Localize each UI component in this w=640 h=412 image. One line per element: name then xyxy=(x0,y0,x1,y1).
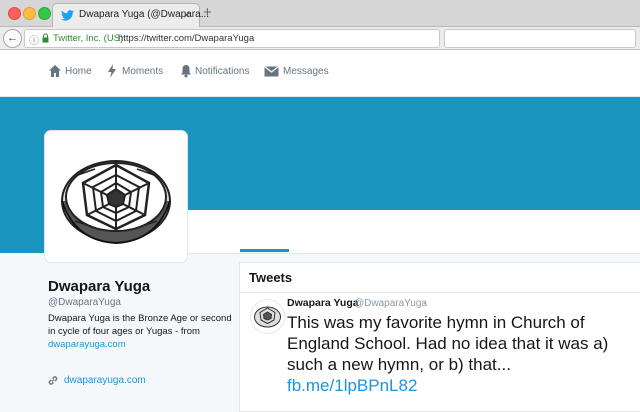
close-tab-icon[interactable]: × xyxy=(183,7,191,22)
divider xyxy=(240,292,640,293)
nav-messages-label: Messages xyxy=(283,66,329,77)
twitter-bird-icon xyxy=(61,10,74,21)
search-bar[interactable] xyxy=(444,29,636,48)
new-tab-button[interactable]: + xyxy=(203,4,212,21)
profile-bio: Dwapara Yuga is the Bronze Age or second… xyxy=(48,312,233,351)
lightning-icon xyxy=(108,64,116,78)
nav-moments[interactable]: Moments xyxy=(107,64,167,80)
browser-tab[interactable]: Dwapara Yuga (@Dwapara... × xyxy=(52,3,209,27)
tweet-author-name[interactable]: Dwapara Yuga xyxy=(287,297,359,309)
tweet-link[interactable]: fb.me/1lpBPnL82 xyxy=(287,376,417,395)
twitter-top-nav: Home Moments Notifications Messages xyxy=(0,50,640,97)
nested-polyhedra-image xyxy=(254,306,281,328)
bell-icon xyxy=(181,65,191,78)
lock-icon xyxy=(42,33,49,43)
tweets-heading: Tweets xyxy=(249,270,293,285)
tweet-author-handle[interactable]: @DwaparaYuga xyxy=(354,298,427,309)
bio-text: Dwapara Yuga is the Bronze Age or second… xyxy=(48,313,232,337)
nav-messages[interactable]: Messages xyxy=(264,64,334,80)
profile-name[interactable]: Dwapara Yuga xyxy=(48,278,150,295)
info-icon[interactable]: ⓘ xyxy=(29,32,39,47)
tweet-text: This was my favorite hymn in Church of E… xyxy=(287,312,632,396)
nav-home[interactable]: Home xyxy=(48,64,98,80)
browser-toolbar: ← ⓘ Twitter, Inc. (US) https://twitter.c… xyxy=(0,27,640,50)
profile-stats-bar xyxy=(186,210,640,254)
profile-avatar[interactable] xyxy=(44,130,188,263)
nested-polyhedra-image xyxy=(61,160,171,245)
nav-home-label: Home xyxy=(65,66,92,77)
tweet-separator: · xyxy=(423,298,427,309)
maximize-window-button[interactable] xyxy=(38,7,51,20)
profile-website-link[interactable]: dwaparayuga.com xyxy=(64,375,146,386)
tweet-body: This was my favorite hymn in Church of E… xyxy=(287,313,609,374)
site-identity: Twitter, Inc. (US) xyxy=(53,33,124,44)
tweets-panel: Tweets Dwapara Yuga @DwaparaYuga · This … xyxy=(239,262,640,412)
bio-link[interactable]: dwaparayuga.com xyxy=(48,339,126,350)
active-tab-indicator xyxy=(240,249,289,252)
link-icon xyxy=(48,376,58,385)
address-bar[interactable]: ⓘ Twitter, Inc. (US) https://twitter.com… xyxy=(24,29,453,48)
envelope-icon xyxy=(264,66,279,77)
profile-handle[interactable]: @DwaparaYuga xyxy=(48,297,121,308)
browser-tab-bar: Dwapara Yuga (@Dwapara... × + xyxy=(0,0,640,27)
minimize-window-button[interactable] xyxy=(23,7,36,20)
close-window-button[interactable] xyxy=(8,7,21,20)
tweet-avatar[interactable] xyxy=(250,299,285,334)
url-text[interactable]: https://twitter.com/DwaparaYuga xyxy=(118,33,254,44)
nav-notifications[interactable]: Notifications xyxy=(180,64,260,80)
nav-moments-label: Moments xyxy=(122,66,164,77)
nav-notifications-label: Notifications xyxy=(195,66,250,77)
home-icon xyxy=(49,65,61,77)
back-button[interactable]: ← xyxy=(3,29,22,48)
